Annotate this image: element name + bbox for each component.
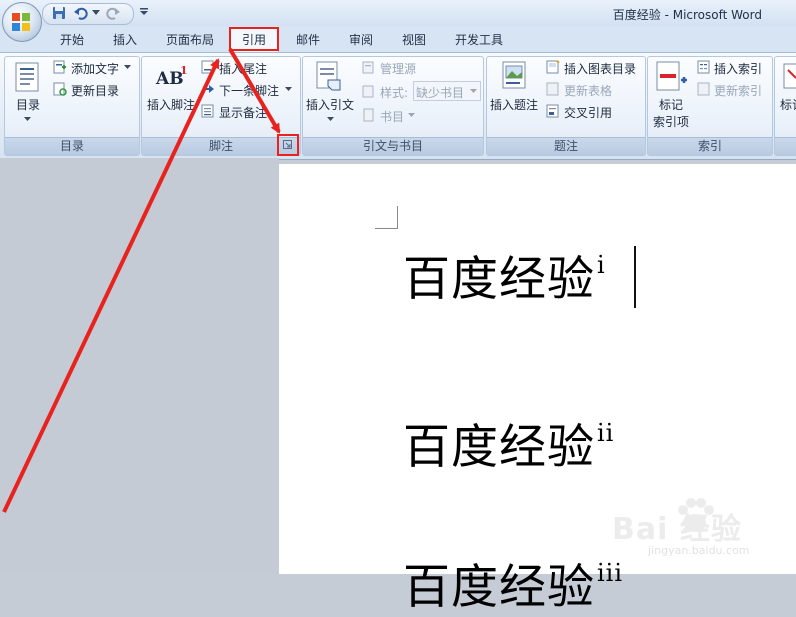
cross-reference-button[interactable]: 交叉引用 xyxy=(564,104,612,121)
insert-footnote-icon[interactable]: AB 1 xyxy=(154,62,190,90)
document-line-3[interactable]: 百度经验iii xyxy=(403,548,623,617)
tab-mailings[interactable]: 邮件 xyxy=(296,31,320,48)
save-icon[interactable] xyxy=(52,6,66,20)
add-text-icon xyxy=(53,60,66,74)
watermark-url: jingyan.baidu.com xyxy=(648,544,750,557)
style-select-value: 缺少书目 xyxy=(416,86,465,100)
tab-review[interactable]: 审阅 xyxy=(349,31,373,48)
next-footnote-dropdown-icon[interactable] xyxy=(285,87,292,92)
insert-citation-dropdown-icon[interactable] xyxy=(327,117,334,122)
toc-button[interactable]: 目录 xyxy=(16,96,40,113)
margin-corner-mark xyxy=(375,206,398,229)
update-table-button[interactable]: 更新表格 xyxy=(564,82,612,99)
paw-logo-icon xyxy=(678,498,714,532)
next-footnote-button[interactable]: 下一条脚注 xyxy=(219,82,279,99)
tab-view[interactable]: 视图 xyxy=(402,31,426,48)
insert-table-of-figures-button[interactable]: 插入图表目录 xyxy=(564,60,636,77)
document-line-1[interactable]: 百度经验i xyxy=(403,240,606,309)
update-index-button[interactable]: 更新索引 xyxy=(714,82,762,99)
highlight-dialog-launcher xyxy=(277,134,299,156)
add-text-dropdown-icon[interactable] xyxy=(124,65,131,70)
mark-entry-label-2[interactable]: 索引项 xyxy=(653,113,689,130)
baidu-watermark: Bai 经验 jingyan.baidu.com xyxy=(612,494,772,564)
show-notes-button[interactable]: 显示备注 xyxy=(219,104,267,121)
group-toa-label xyxy=(775,137,796,155)
manage-sources-icon xyxy=(362,61,374,74)
cross-reference-icon xyxy=(546,104,559,118)
text-caret xyxy=(634,246,636,308)
group-captions-label: 题注 xyxy=(487,137,645,155)
mark-citation-icon[interactable] xyxy=(782,62,796,90)
svg-text:1: 1 xyxy=(180,64,188,77)
document-line-text: 百度经验 xyxy=(403,560,595,615)
office-button[interactable] xyxy=(2,2,42,42)
insert-endnote-icon xyxy=(201,60,214,74)
manage-sources-button[interactable]: 管理源 xyxy=(380,60,416,77)
mark-entry-icon[interactable] xyxy=(655,60,689,92)
style-select-chevron-icon xyxy=(470,89,477,93)
footnote-reference[interactable]: ii xyxy=(597,419,614,447)
document-background xyxy=(0,158,279,574)
tab-page-layout[interactable]: 页面布局 xyxy=(166,31,214,48)
mark-citation-button[interactable]: 标记 xyxy=(780,96,796,113)
update-index-icon xyxy=(697,82,710,96)
toc-dropdown-icon[interactable] xyxy=(24,117,31,122)
style-label: 样式: xyxy=(380,86,409,100)
window-title: 百度经验 - Microsoft Word xyxy=(612,8,762,22)
next-footnote-icon xyxy=(203,85,214,93)
tab-insert[interactable]: 插入 xyxy=(113,31,137,48)
insert-index-button[interactable]: 插入索引 xyxy=(714,60,762,77)
show-notes-icon xyxy=(201,104,214,118)
group-index-label: 索引 xyxy=(648,137,772,155)
toc-icon[interactable] xyxy=(14,62,42,92)
insert-endnote-button[interactable]: 插入尾注 xyxy=(219,60,267,77)
tab-developer[interactable]: 开发工具 xyxy=(455,31,503,48)
document-line-text: 百度经验 xyxy=(403,420,595,475)
redo-icon[interactable] xyxy=(106,6,120,20)
bibliography-icon xyxy=(363,108,374,122)
undo-dropdown-icon[interactable] xyxy=(92,10,100,16)
bibliography-dropdown-icon[interactable] xyxy=(408,113,415,118)
customize-qat-icon[interactable] xyxy=(140,8,148,16)
highlight-references-tab xyxy=(229,27,279,51)
footnote-reference[interactable]: i xyxy=(597,251,606,279)
style-icon xyxy=(362,85,374,98)
tab-home[interactable]: 开始 xyxy=(60,31,84,48)
bibliography-button[interactable]: 书目 xyxy=(380,108,404,125)
update-toc-button[interactable]: 更新目录 xyxy=(71,82,119,99)
office-logo-icon xyxy=(12,13,30,31)
style-select[interactable]: 缺少书目 xyxy=(413,81,481,101)
mark-entry-label-1[interactable]: 标记 xyxy=(659,96,683,113)
add-text-button[interactable]: 添加文字 xyxy=(71,60,119,77)
insert-caption-icon[interactable] xyxy=(500,60,528,92)
insert-citation-icon[interactable] xyxy=(314,60,344,92)
document-line-2[interactable]: 百度经验ii xyxy=(403,408,614,477)
group-citations-label: 引文与书目 xyxy=(303,137,483,155)
insert-footnote-button[interactable]: 插入脚注 xyxy=(147,96,195,113)
undo-icon[interactable] xyxy=(74,6,88,20)
document-line-text: 百度经验 xyxy=(403,252,595,307)
group-toc-label: 目录 xyxy=(5,137,139,155)
update-toc-icon xyxy=(53,82,67,96)
insert-citation-button[interactable]: 插入引文 xyxy=(306,96,354,113)
insert-caption-button[interactable]: 插入题注 xyxy=(490,96,538,113)
insert-index-icon xyxy=(697,60,710,74)
update-table-icon xyxy=(546,82,559,96)
insert-table-of-figures-icon xyxy=(546,60,560,74)
